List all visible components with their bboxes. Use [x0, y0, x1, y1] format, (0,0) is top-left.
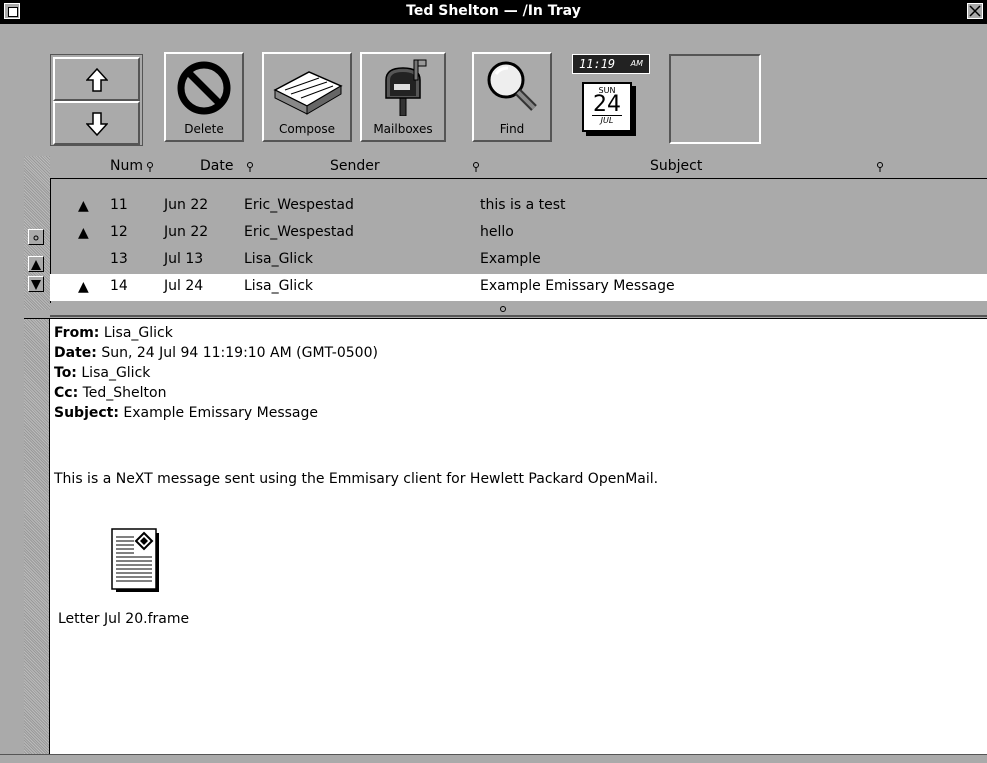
list-header: Num Date Sender Subject	[50, 156, 987, 179]
from-line: From: Lisa_Glick	[54, 323, 378, 343]
table-row[interactable]: ▲ 12 Jun 22 Eric_Wespestad hello	[50, 220, 987, 247]
cc-value: Ted_Shelton	[82, 385, 167, 401]
empty-icon-well[interactable]	[669, 54, 761, 144]
table-row[interactable]: ▲ 11 Jun 22 Eric_Wespestad this is a tes…	[50, 193, 987, 220]
unread-flag: ▲	[78, 198, 89, 214]
unread-flag: ▲	[78, 225, 89, 241]
up-arrow-icon	[85, 67, 108, 92]
row-sender: Lisa_Glick	[244, 278, 313, 294]
row-num: 14	[110, 278, 128, 294]
cc-label: Cc:	[54, 385, 79, 401]
document-icon	[111, 528, 159, 592]
previous-message-button[interactable]	[53, 57, 140, 101]
compose-label: Compose	[278, 122, 335, 136]
unread-flag: ▲	[78, 279, 89, 295]
clock-time: 11:19	[579, 57, 616, 71]
mail-window: Ted Shelton — /In Tray Delete Compose Ma…	[0, 0, 987, 763]
down-arrow-icon	[85, 112, 108, 137]
date-line: Date: Sun, 24 Jul 94 11:19:10 AM (GMT-05…	[54, 343, 378, 363]
scroll-up-icon	[31, 260, 41, 270]
row-num: 12	[110, 224, 128, 240]
calendar-day: 24	[593, 92, 621, 117]
list-scrollbar[interactable]	[24, 156, 51, 310]
column-resize-icon[interactable]	[146, 162, 154, 172]
row-date: Jul 24	[164, 278, 204, 294]
message-headers: From: Lisa_Glick Date: Sun, 24 Jul 94 11…	[54, 323, 378, 423]
clock-display: 11:19 AM	[572, 54, 650, 74]
scroll-up-button[interactable]	[28, 256, 44, 272]
row-date: Jun 22	[164, 197, 209, 213]
row-num: 13	[110, 251, 128, 267]
row-date: Jun 22	[164, 224, 209, 240]
message-view: From: Lisa_Glick Date: Sun, 24 Jul 94 11…	[24, 318, 987, 755]
row-num: 11	[110, 197, 128, 213]
attachment-icon[interactable]	[110, 527, 160, 597]
clock-calendar: 11:19 AM SUN 24 JUL	[570, 54, 652, 140]
column-sender[interactable]: Sender	[330, 158, 380, 174]
knob-dimple-icon	[33, 235, 39, 241]
to-value: Lisa_Glick	[81, 365, 151, 381]
from-label: From:	[54, 325, 100, 341]
table-row-selected[interactable]: ▲ 14 Jul 24 Lisa_Glick Example Emissary …	[50, 274, 987, 301]
row-sender: Eric_Wespestad	[244, 197, 354, 213]
split-view-divider[interactable]	[50, 303, 987, 317]
find-label: Find	[499, 122, 525, 136]
table-row[interactable]: 13 Jul 13 Lisa_Glick Example	[50, 247, 987, 274]
delete-label: Delete	[184, 122, 224, 136]
scroll-down-button[interactable]	[28, 276, 44, 292]
window-title: Ted Shelton — /In Tray	[406, 3, 581, 19]
attachment-name[interactable]: Letter Jul 20.frame	[58, 611, 189, 627]
row-subject: hello	[480, 224, 514, 240]
close-icon	[969, 5, 981, 17]
navigation-arrows	[50, 54, 143, 146]
mailbox-icon	[385, 59, 427, 116]
clock-ampm: AM	[630, 59, 643, 68]
close-button[interactable]	[967, 3, 983, 19]
next-message-button[interactable]	[53, 101, 140, 145]
column-num[interactable]: Num	[110, 158, 143, 174]
to-line: To: Lisa_Glick	[54, 363, 378, 383]
date-value: Sun, 24 Jul 94 11:19:10 AM (GMT-0500)	[101, 345, 378, 361]
column-date[interactable]: Date	[200, 158, 233, 174]
delete-button[interactable]: Delete	[164, 52, 244, 142]
cc-line: Cc: Ted_Shelton	[54, 383, 378, 403]
row-subject: Example Emissary Message	[480, 278, 675, 294]
row-date: Jul 13	[164, 251, 204, 267]
row-subject: this is a test	[480, 197, 566, 213]
column-subject[interactable]: Subject	[650, 158, 702, 174]
row-sender: Lisa_Glick	[244, 251, 313, 267]
to-label: To:	[54, 365, 77, 381]
scroll-down-icon	[31, 280, 41, 290]
row-subject: Example	[480, 251, 541, 267]
prohibited-icon	[177, 61, 231, 115]
envelope-icon	[273, 71, 343, 115]
find-button[interactable]: Find	[472, 52, 552, 142]
mailboxes-button[interactable]: Mailboxes	[360, 52, 446, 142]
scroll-knob[interactable]	[28, 229, 44, 245]
from-value: Lisa_Glick	[103, 325, 173, 341]
message-list-panel: Num Date Sender Subject ▲ 11 Jun 22 Eric…	[0, 156, 987, 317]
mailboxes-label: Mailboxes	[373, 122, 433, 136]
message-rows: ▲ 11 Jun 22 Eric_Wespestad this is a tes…	[50, 179, 987, 303]
subject-line: Subject: Example Emissary Message	[54, 403, 378, 423]
subject-label: Subject:	[54, 405, 119, 421]
compose-button[interactable]: Compose	[262, 52, 352, 142]
date-label: Date:	[54, 345, 97, 361]
title-bar[interactable]: Ted Shelton — /In Tray	[0, 0, 987, 24]
divider-dimple-icon	[500, 306, 506, 312]
row-sender: Eric_Wespestad	[244, 224, 354, 240]
column-resize-icon[interactable]	[246, 162, 254, 172]
subject-value: Example Emissary Message	[123, 405, 318, 421]
toolbar: Delete Compose Mailboxes Find 11:19 AM S…	[0, 24, 987, 157]
column-resize-icon[interactable]	[876, 162, 884, 172]
message-body-text: This is a NeXT message sent using the Em…	[54, 471, 659, 487]
calendar-icon: SUN 24 JUL	[582, 82, 632, 132]
magnifier-icon	[487, 61, 537, 111]
body-scrollbar[interactable]	[24, 319, 50, 755]
column-resize-icon[interactable]	[472, 162, 480, 172]
